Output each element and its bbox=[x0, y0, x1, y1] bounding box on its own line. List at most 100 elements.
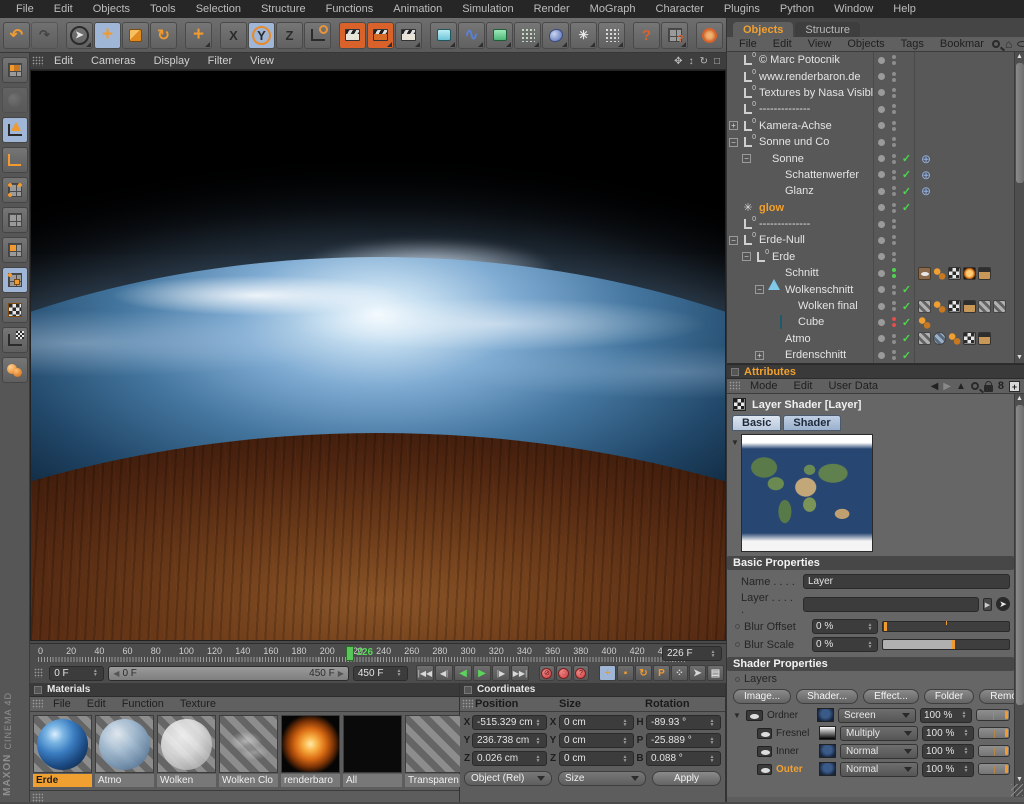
tree-row[interactable]: www.renderbaron.de bbox=[727, 68, 1024, 84]
layer-opacity-slider[interactable] bbox=[978, 763, 1010, 775]
render-settings-button[interactable] bbox=[395, 22, 422, 49]
layer-opacity-field[interactable]: 100 %▲▼ bbox=[922, 726, 974, 741]
tree-row[interactable]: -------------- bbox=[727, 101, 1024, 117]
om-menu-edit[interactable]: Edit bbox=[765, 38, 800, 50]
window-resize-grip[interactable] bbox=[1011, 784, 1023, 796]
search-icon[interactable] bbox=[971, 382, 979, 390]
enabled-check-icon[interactable]: ✓ bbox=[899, 332, 914, 345]
undo-button[interactable]: ↶ bbox=[3, 22, 30, 49]
enabled-check-icon[interactable]: ✓ bbox=[899, 300, 914, 313]
add-emitter-button[interactable]: ✳ bbox=[570, 22, 597, 49]
current-frame-field[interactable]: 226 F▲▼ bbox=[662, 646, 722, 661]
search-icon[interactable] bbox=[992, 40, 1000, 48]
viewport-menu-edit[interactable]: Edit bbox=[45, 55, 82, 67]
materials-menu-function[interactable]: Function bbox=[114, 698, 172, 710]
enabled-check-icon[interactable]: ✓ bbox=[899, 201, 914, 214]
om-menu-objects[interactable]: Objects bbox=[839, 38, 892, 50]
key-select-toggle[interactable]: ➤ bbox=[689, 665, 706, 681]
layer-picker-icon[interactable]: ➤ bbox=[996, 597, 1010, 611]
layer-dot[interactable] bbox=[873, 265, 888, 281]
add-image-button[interactable]: Image... bbox=[733, 689, 791, 704]
texture-axis-mode-button[interactable] bbox=[2, 297, 28, 323]
layer-dot[interactable] bbox=[873, 200, 888, 216]
om-menu-file[interactable]: File bbox=[731, 38, 765, 50]
collapse-icon[interactable]: − bbox=[742, 154, 751, 163]
layer-dot[interactable] bbox=[873, 150, 888, 166]
menu-render[interactable]: Render bbox=[524, 3, 580, 15]
blend-mode-dropdown[interactable]: Normal bbox=[840, 762, 918, 777]
goto-end-button[interactable]: ▶▶| bbox=[511, 665, 529, 681]
phong-tag-icon[interactable] bbox=[933, 267, 946, 280]
object-axis-mode-button[interactable] bbox=[2, 147, 28, 173]
layer-visibility-toggle[interactable] bbox=[757, 746, 772, 757]
layer-opacity-field[interactable]: 100 %▲▼ bbox=[922, 762, 974, 777]
render-view-button[interactable] bbox=[339, 22, 366, 49]
layer-dot[interactable] bbox=[873, 52, 888, 68]
enabled-check-icon[interactable]: ✓ bbox=[899, 152, 914, 165]
layer-dot[interactable] bbox=[873, 167, 888, 183]
om-menu-tags[interactable]: Tags bbox=[893, 38, 932, 50]
session-icon[interactable]: 8 bbox=[998, 380, 1004, 392]
parent-object-icon[interactable]: ▲ bbox=[956, 381, 966, 392]
material-swatch-all[interactable]: All bbox=[343, 715, 402, 787]
target-tag-icon[interactable]: ⊕ bbox=[918, 184, 934, 198]
material-swatch-erde[interactable]: Erde bbox=[33, 715, 92, 787]
material-tag-icon[interactable] bbox=[978, 300, 991, 313]
materials-bottom-grip[interactable] bbox=[32, 793, 43, 803]
scroll-up-icon[interactable]: ▲ bbox=[1015, 52, 1024, 62]
render-tag-icon[interactable] bbox=[978, 332, 991, 345]
key-rotation-toggle[interactable]: ↻ bbox=[635, 665, 652, 681]
add-array-button[interactable] bbox=[514, 22, 541, 49]
layer-dot[interactable] bbox=[873, 118, 888, 134]
phong-tag-icon[interactable] bbox=[948, 332, 961, 345]
add-deformer-button[interactable] bbox=[598, 22, 625, 49]
glow-texture-tag-icon[interactable] bbox=[963, 267, 976, 280]
live-selection-button[interactable]: ➤ bbox=[66, 22, 93, 49]
material-tag-icon[interactable] bbox=[918, 300, 931, 313]
play-forward-button[interactable]: ▶ bbox=[473, 665, 491, 681]
tree-row[interactable]: +Kamera-Achse bbox=[727, 118, 1024, 134]
visibility-dots[interactable] bbox=[888, 219, 899, 229]
autokey-button[interactable]: ◌ bbox=[556, 665, 572, 681]
layer-opacity-slider[interactable] bbox=[978, 727, 1010, 739]
blend-mode-dropdown[interactable]: Multiply bbox=[840, 726, 918, 741]
layer-dot[interactable] bbox=[873, 101, 888, 117]
material-tag-icon[interactable] bbox=[918, 332, 931, 345]
playhead[interactable]: 226 bbox=[346, 646, 354, 661]
visibility-dots[interactable] bbox=[888, 186, 899, 196]
render-tag-icon[interactable] bbox=[978, 267, 991, 280]
menu-plugins[interactable]: Plugins bbox=[714, 3, 770, 15]
new-panel-icon[interactable]: + bbox=[1009, 381, 1020, 392]
attributes-grip[interactable] bbox=[729, 381, 740, 391]
layer-opacity-field[interactable]: 100 %▲▼ bbox=[920, 708, 972, 723]
layer-opacity-slider[interactable] bbox=[976, 709, 1010, 721]
range-end-stepper[interactable]: ▲▼ bbox=[395, 669, 403, 677]
visibility-dots[interactable] bbox=[888, 285, 899, 295]
position-x-field[interactable]: -515.329 cm▲▼ bbox=[472, 715, 547, 730]
menu-character[interactable]: Character bbox=[646, 3, 714, 15]
visibility-icon[interactable] bbox=[1017, 41, 1024, 47]
menu-objects[interactable]: Objects bbox=[83, 3, 140, 15]
tree-row[interactable]: Atmo✓ bbox=[727, 331, 1024, 347]
enabled-check-icon[interactable]: ✓ bbox=[899, 283, 914, 296]
view-zoom-icon[interactable]: ↕ bbox=[689, 56, 694, 67]
tree-row[interactable]: +Erdenschnitt✓ bbox=[727, 347, 1024, 363]
view-maximize-icon[interactable]: □ bbox=[714, 56, 720, 67]
tree-row[interactable]: Glanz✓⊕ bbox=[727, 183, 1024, 199]
record-keyframe-button[interactable]: ⊘ bbox=[539, 665, 555, 681]
attr-menu-mode[interactable]: Mode bbox=[742, 380, 786, 392]
texture-mode-button[interactable] bbox=[2, 267, 28, 293]
lock-x-axis-button[interactable]: X bbox=[220, 22, 247, 49]
tree-row[interactable]: −Erde-Null bbox=[727, 232, 1024, 248]
next-key-button[interactable]: |▶ bbox=[492, 665, 510, 681]
add-spline-button[interactable]: ∿ bbox=[458, 22, 485, 49]
layer-dot[interactable] bbox=[873, 216, 888, 232]
layer-dot[interactable] bbox=[873, 134, 888, 150]
frame-stepper[interactable]: ▲▼ bbox=[709, 650, 717, 658]
target-tag-icon[interactable]: ⊕ bbox=[918, 168, 934, 182]
materials-grip[interactable] bbox=[32, 699, 43, 709]
preview-range-slider[interactable]: ◀ 0 F 450 F ▶ bbox=[108, 666, 349, 681]
rotation-p-field[interactable]: -25.889 °▲▼ bbox=[646, 733, 721, 748]
panel-pin-icon[interactable] bbox=[34, 686, 42, 694]
add-effect-button[interactable]: Effect... bbox=[863, 689, 919, 704]
